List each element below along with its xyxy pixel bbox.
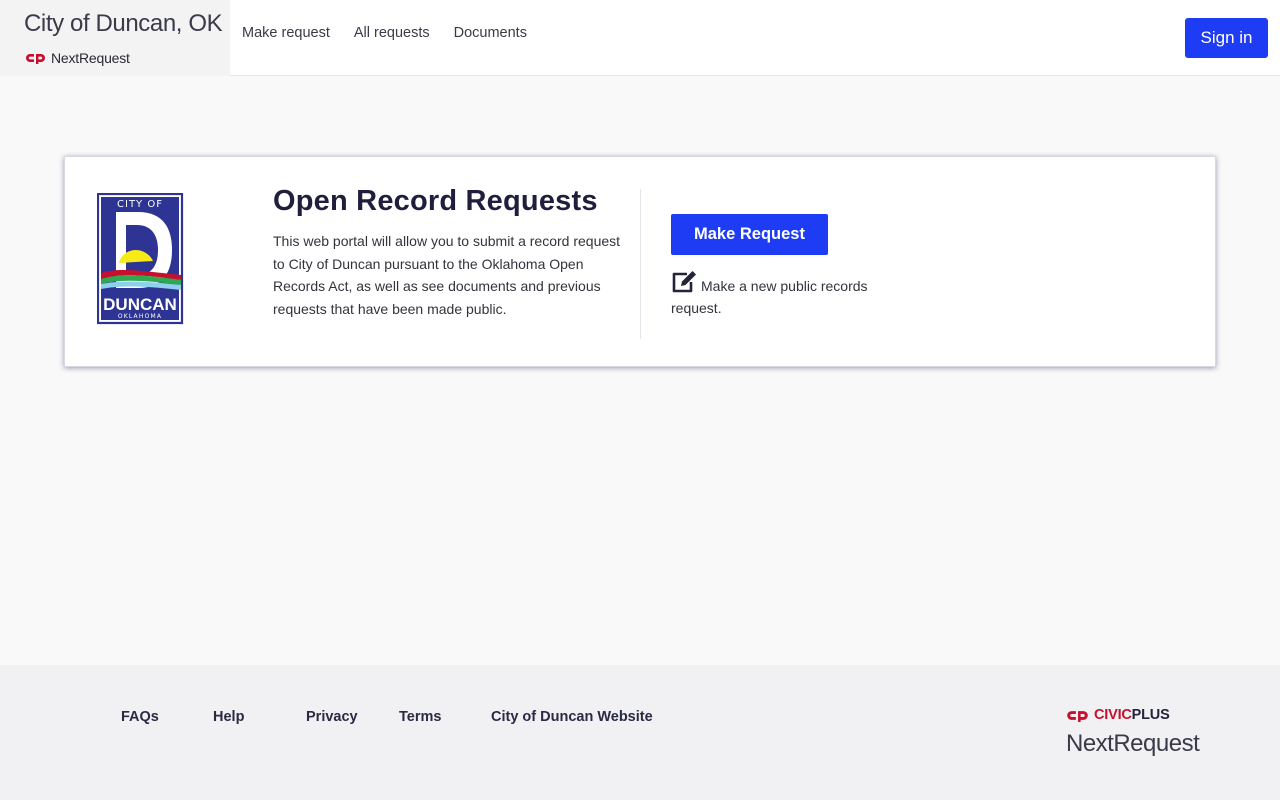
- nextrequest-logo: NextRequest: [25, 49, 130, 67]
- footer-link-privacy[interactable]: Privacy: [306, 709, 358, 725]
- page-title: Open Record Requests: [273, 185, 598, 217]
- brand-sub-label: NextRequest: [51, 50, 130, 66]
- make-request-hint: Make a new public records request.: [671, 270, 901, 319]
- brand-title[interactable]: City of Duncan, OK: [24, 10, 223, 38]
- footer-product-name: NextRequest: [1066, 730, 1200, 757]
- civicplus-wordmark: CIVICPLUS: [1094, 707, 1170, 723]
- page-footer: FAQs Help Privacy Terms City of Duncan W…: [0, 665, 1280, 800]
- sign-in-button[interactable]: Sign in: [1185, 18, 1268, 58]
- edit-square-icon: [672, 271, 696, 293]
- make-request-button[interactable]: Make Request: [671, 214, 828, 255]
- civicplus-civic: CIVIC: [1094, 707, 1132, 723]
- city-seal-logo: CITY OF DUNCAN OKLAHOMA: [97, 193, 184, 325]
- seal-name-text: DUNCAN: [103, 295, 177, 314]
- civicplus-plus: PLUS: [1131, 707, 1170, 723]
- intro-card: CITY OF DUNCAN OKLAHOMA Open Record Requ…: [64, 156, 1216, 367]
- civicplus-logo-icon: [26, 54, 45, 64]
- nav-all-requests[interactable]: All requests: [354, 25, 430, 41]
- civicplus-brand: CIVICPLUS: [1066, 707, 1170, 723]
- nav-documents[interactable]: Documents: [454, 25, 527, 41]
- seal-top-text: CITY OF: [117, 199, 163, 210]
- top-header: City of Duncan, OK NextRequest Make requ…: [0, 0, 1280, 76]
- footer-link-terms[interactable]: Terms: [399, 709, 441, 725]
- vertical-divider: [640, 189, 641, 339]
- main-nav: Make request All requests Documents: [242, 25, 551, 41]
- footer-link-city-website[interactable]: City of Duncan Website: [491, 709, 653, 725]
- make-request-hint-text: Make a new public records request.: [671, 278, 868, 316]
- civicplus-logo-icon: [1067, 710, 1088, 722]
- footer-link-faqs[interactable]: FAQs: [121, 709, 159, 725]
- nav-make-request[interactable]: Make request: [242, 25, 330, 41]
- seal-state-text: OKLAHOMA: [118, 313, 162, 320]
- intro-description: This web portal will allow you to submit…: [273, 233, 621, 317]
- footer-link-help[interactable]: Help: [213, 709, 244, 725]
- brand-block[interactable]: City of Duncan, OK NextRequest: [0, 0, 230, 76]
